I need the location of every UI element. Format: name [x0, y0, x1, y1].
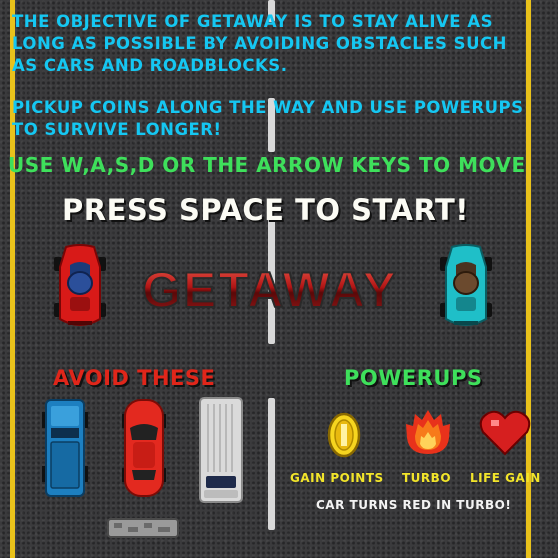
road-edge-line-left: [10, 0, 15, 558]
game-screen[interactable]: THE OBJECTIVE OF GETAWAY IS TO STAY ALIV…: [0, 0, 558, 558]
intro-line: AS CARS AND ROADBLOCKS.: [12, 56, 288, 75]
avoid-title: AVOID THESE: [53, 366, 216, 390]
intro-line: PICKUP COINS ALONG THE WAY AND USE POWER…: [12, 98, 524, 117]
blue-pickup-truck: [42, 399, 88, 497]
controls-text: USE W,A,S,D OR THE ARROW KEYS TO MOVE: [8, 153, 526, 177]
start-prompt: PRESS SPACE TO START!: [62, 193, 469, 227]
intro-line: THE OBJECTIVE OF GETAWAY IS TO STAY ALIV…: [12, 12, 493, 31]
turbo-note: CAR TURNS RED IN TURBO!: [316, 498, 512, 512]
powerups-title: POWERUPS: [344, 366, 483, 390]
powerup-label-flame: TURBO: [402, 471, 452, 485]
heart-icon: [479, 410, 531, 456]
white-van: [199, 397, 243, 503]
lane-dash: [268, 398, 275, 530]
game-logo: GETAWAY: [141, 261, 398, 319]
logo-text: GETAWAY: [142, 262, 398, 318]
roadblock-barrier: [107, 518, 179, 538]
intro-line: LONG AS POSSIBLE BY AVOIDING OBSTACLES S…: [12, 34, 507, 53]
flame-icon: [406, 410, 450, 454]
red-sedan: [122, 399, 166, 497]
powerup-label-coin: GAIN POINTS: [290, 471, 384, 485]
powerup-label-heart: LIFE GAIN: [470, 471, 541, 485]
cyan-sports-car: [440, 244, 492, 326]
coin-icon: [327, 412, 361, 458]
red-sports-car: [54, 244, 106, 326]
intro-line: TO SURVIVE LONGER!: [12, 120, 222, 139]
